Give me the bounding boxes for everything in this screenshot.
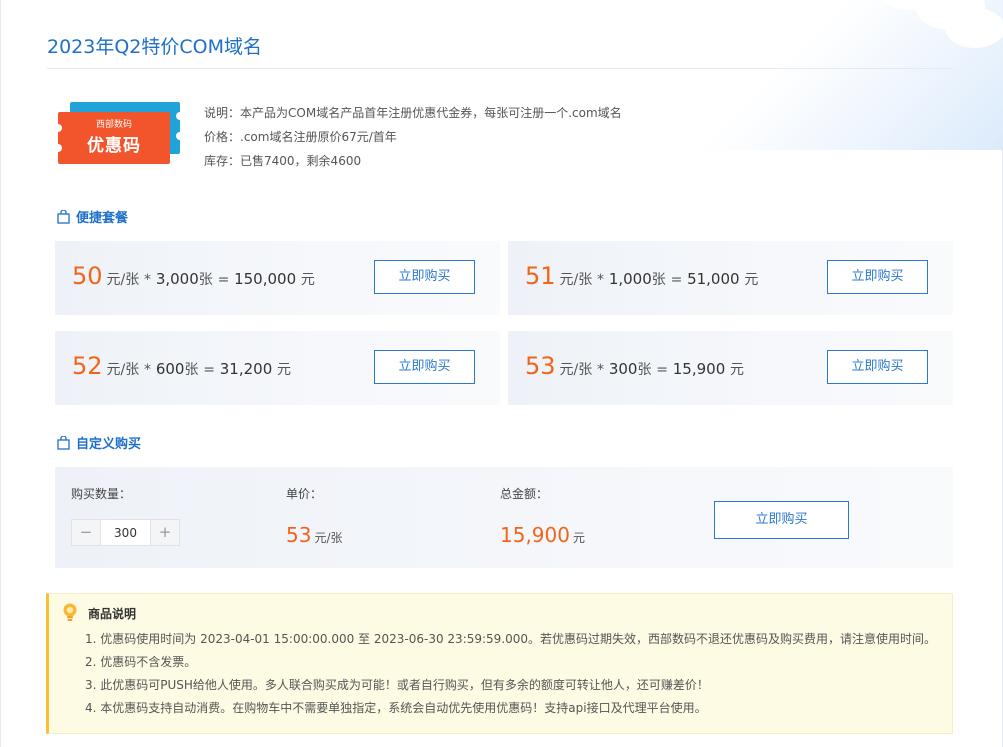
package-total-unit: 元 (730, 362, 745, 378)
package-unit: 元/张 (559, 272, 593, 288)
package-formula: 51 元/张 * 1,000张 = 51,000 元 (525, 262, 758, 290)
package-qty: 600 (155, 360, 185, 378)
equals-sign: = (203, 362, 215, 378)
notes-list: 1. 优惠码使用时间为 2023-04-01 15:00:00.000 至 20… (85, 628, 936, 720)
page-title: 2023年Q2特价COM域名 (47, 36, 263, 58)
unit-price-label: 单价： (286, 487, 323, 501)
package-unit: 元/张 (106, 272, 140, 288)
package-formula: 52 元/张 * 600张 = 31,200 元 (72, 352, 291, 380)
info-stock-row: 库存：已售7400，剩余4600 (204, 149, 622, 173)
package-total: 31,200 (219, 360, 273, 378)
buy-now-button[interactable]: 立即购买 (374, 260, 475, 294)
quick-packages-heading: 便捷套餐 (57, 207, 128, 226)
package-card: 50 元/张 * 3,000张 = 150,000 元 立即购买 (55, 241, 500, 315)
total-label: 总金额： (500, 487, 549, 501)
quantity-input[interactable] (100, 520, 151, 545)
note-item: 2. 优惠码不含发票。 (85, 655, 197, 669)
times-sign: * (144, 362, 152, 378)
product-notes: 商品说明 1. 优惠码使用时间为 2023-04-01 15:00:00.000… (46, 593, 953, 734)
lightbulb-icon (63, 603, 77, 621)
package-price: 52 (72, 352, 103, 380)
equals-sign: = (656, 362, 668, 378)
package-qty: 1,000 (608, 270, 652, 288)
buy-now-button[interactable]: 立即购买 (827, 350, 928, 384)
info-price: .com域名注册原价67元/首年 (240, 130, 397, 144)
package-qty-unit: 张 (184, 362, 199, 378)
quick-packages-title: 便捷套餐 (76, 211, 129, 226)
times-sign: * (144, 272, 152, 288)
custom-purchase-title: 自定义购买 (76, 437, 142, 452)
product-info: 说明：本产品为COM域名产品首年注册优惠代金券，每张可注册一个.com域名 价格… (204, 101, 622, 173)
package-formula: 53 元/张 * 300张 = 15,900 元 (525, 352, 744, 380)
note-item: 1. 优惠码使用时间为 2023-04-01 15:00:00.000 至 20… (85, 632, 937, 646)
coupon-image: 西部数码 优惠码 (54, 102, 184, 166)
unit-price-value: 53 元/张 (286, 523, 343, 547)
info-price-row: 价格：.com域名注册原价67元/首年 (204, 125, 622, 149)
info-price-label: 价格： (204, 130, 241, 144)
decrement-button[interactable]: − (72, 520, 100, 545)
times-sign: * (597, 272, 605, 288)
equals-sign: = (217, 272, 230, 288)
package-qty-unit: 张 (198, 272, 213, 288)
custom-purchase-panel: 购买数量： − + 单价： 53元/张 总金额： 15,900元 立即购买 (55, 467, 953, 568)
quantity-stepper: − + (71, 519, 180, 546)
equals-sign: = (670, 272, 683, 288)
info-stock: 已售7400，剩余4600 (240, 154, 362, 168)
package-card: 51 元/张 * 1,000张 = 51,000 元 立即购买 (508, 241, 953, 315)
coupon-brand: 西部数码 (95, 120, 132, 130)
package-total-unit: 元 (744, 272, 759, 288)
package-total: 51,000 (687, 270, 740, 288)
shopping-bag-icon (57, 435, 70, 450)
cloud-decoration (683, 0, 1003, 150)
increment-button[interactable]: + (151, 520, 179, 545)
note-item: 3. 此优惠码可PUSH给他人使用。多人联合购买成为可能！或者自行购买，但有多余… (85, 678, 709, 692)
package-total: 150,000 (234, 270, 297, 288)
package-qty-unit: 张 (651, 272, 666, 288)
package-qty-unit: 张 (637, 362, 652, 378)
package-card: 53 元/张 * 300张 = 15,900 元 立即购买 (508, 331, 953, 405)
shopping-bag-icon (57, 209, 70, 224)
package-formula: 50 元/张 * 3,000张 = 150,000 元 (72, 262, 315, 290)
info-stock-label: 库存： (204, 154, 241, 168)
times-sign: * (597, 362, 605, 378)
note-item: 4. 本优惠码支持自动消费。在购物车中不需要单独指定，系统会自动优先使用优惠码！… (85, 701, 707, 715)
coupon-front-ticket: 西部数码 优惠码 (54, 112, 170, 164)
package-price: 53 (525, 352, 556, 380)
total-amount: 15,900 (500, 523, 570, 547)
package-total: 15,900 (672, 360, 726, 378)
buy-now-button[interactable]: 立即购买 (827, 260, 928, 294)
total-unit: 元 (572, 531, 585, 545)
package-unit: 元/张 (559, 362, 593, 378)
info-desc-row: 说明：本产品为COM域名产品首年注册优惠代金券，每张可注册一个.com域名 (204, 101, 622, 125)
package-qty: 3,000 (155, 270, 199, 288)
info-desc: 本产品为COM域名产品首年注册优惠代金券，每张可注册一个.com域名 (240, 106, 622, 120)
notes-title: 商品说明 (88, 607, 137, 621)
package-card: 52 元/张 * 600张 = 31,200 元 立即购买 (55, 331, 500, 405)
unit-price: 53 (286, 523, 312, 547)
package-price: 51 (525, 262, 556, 290)
quantity-label: 购买数量： (71, 487, 132, 501)
total-value: 15,900 元 (500, 523, 585, 547)
coupon-label: 优惠码 (87, 136, 141, 156)
package-total-unit: 元 (277, 362, 292, 378)
custom-buy-now-button[interactable]: 立即购买 (714, 501, 849, 539)
package-qty: 300 (608, 360, 638, 378)
custom-purchase-heading: 自定义购买 (57, 433, 141, 452)
package-unit: 元/张 (106, 362, 140, 378)
package-total-unit: 元 (300, 272, 315, 288)
buy-now-button[interactable]: 立即购买 (374, 350, 475, 384)
package-price: 50 (72, 262, 103, 290)
info-desc-label: 说明： (204, 106, 241, 120)
title-divider (47, 68, 953, 69)
unit-price-unit: 元/张 (314, 531, 343, 545)
